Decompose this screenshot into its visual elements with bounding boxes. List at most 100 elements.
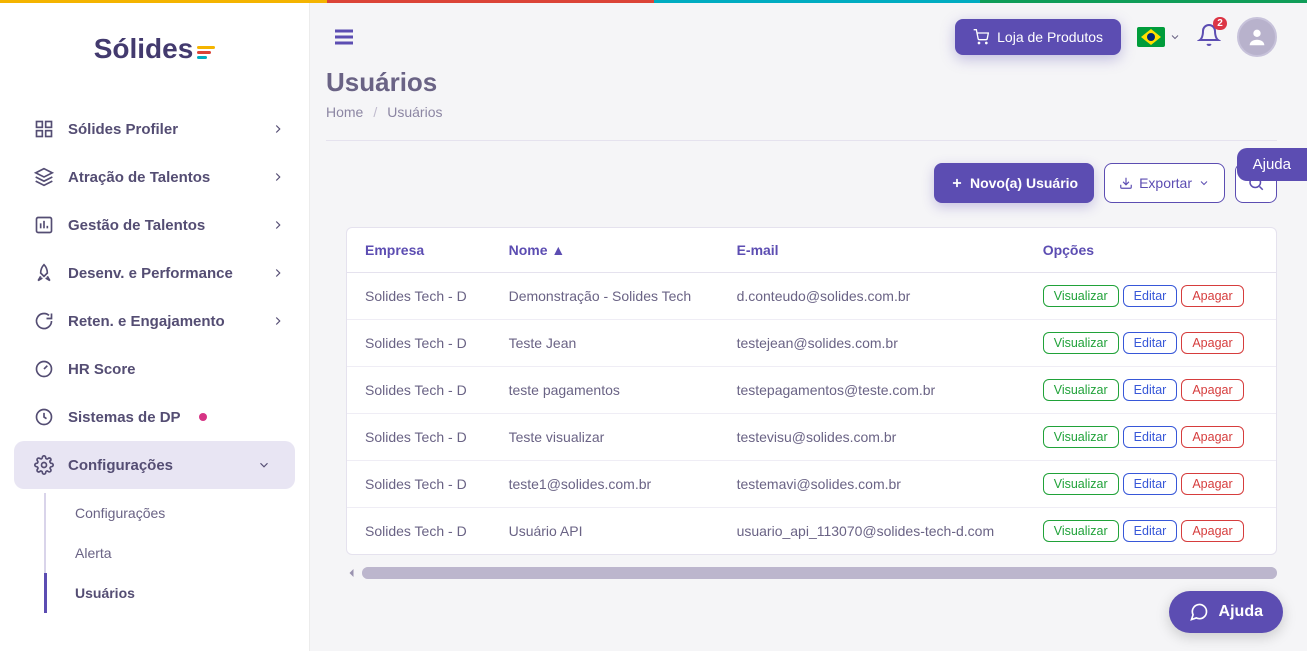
sidebar-label: Configurações (68, 457, 173, 474)
chevron-right-icon (271, 122, 285, 136)
col-options: Opções (1025, 228, 1276, 273)
view-button[interactable]: Visualizar (1043, 426, 1119, 448)
view-button[interactable]: Visualizar (1043, 473, 1119, 495)
sidebar-item-desenv[interactable]: Desenv. e Performance (0, 249, 309, 297)
delete-button[interactable]: Apagar (1181, 379, 1243, 401)
action-row: Novo(a) Usuário Exportar (326, 163, 1277, 203)
status-dot (199, 413, 207, 421)
cell-company: Solides Tech - D (347, 320, 491, 367)
sidebar-label: Desenv. e Performance (68, 265, 233, 282)
shop-button-label: Loja de Produtos (997, 29, 1103, 45)
edit-button[interactable]: Editar (1123, 520, 1178, 542)
cell-name: Teste Jean (491, 320, 719, 367)
table-row: Solides Tech - DTeste visualizartestevis… (347, 414, 1276, 461)
cell-name: Teste visualizar (491, 414, 719, 461)
delete-button[interactable]: Apagar (1181, 520, 1243, 542)
scrollbar-thumb[interactable] (362, 567, 1277, 579)
cell-company: Solides Tech - D (347, 414, 491, 461)
edit-button[interactable]: Editar (1123, 426, 1178, 448)
sidebar: Sólides Sólides Profiler Atração de Tale… (0, 3, 310, 651)
delete-button[interactable]: Apagar (1181, 285, 1243, 307)
breadcrumb-home[interactable]: Home (326, 104, 363, 120)
rocket-icon (34, 263, 54, 283)
edit-button[interactable]: Editar (1123, 473, 1178, 495)
cell-company: Solides Tech - D (347, 461, 491, 508)
cell-options: VisualizarEditarApagar (1025, 508, 1276, 555)
horizontal-scrollbar[interactable] (346, 567, 1277, 579)
sidebar-item-sistemasdp[interactable]: Sistemas de DP (0, 393, 309, 441)
col-email[interactable]: E-mail (719, 228, 1025, 273)
menu-toggle-icon[interactable] (330, 25, 358, 49)
top-header: Loja de Produtos 2 (310, 3, 1307, 67)
chevron-right-icon (271, 170, 285, 184)
cell-options: VisualizarEditarApagar (1025, 414, 1276, 461)
col-name[interactable]: Nome ▲ (491, 228, 719, 273)
cell-email: usuario_api_113070@solides-tech-d.com (719, 508, 1025, 555)
shop-button[interactable]: Loja de Produtos (955, 19, 1121, 55)
submenu-item-usuarios[interactable]: Usuários (44, 573, 309, 613)
avatar-icon (1246, 26, 1268, 48)
delete-button[interactable]: Apagar (1181, 332, 1243, 354)
page-title: Usuários (326, 67, 1277, 98)
table-row: Solides Tech - Dteste pagamentostestepag… (347, 367, 1276, 414)
submenu-item-config[interactable]: Configurações (44, 493, 309, 533)
sidebar-label: Reten. e Engajamento (68, 313, 225, 330)
cell-email: d.conteudo@solides.com.br (719, 273, 1025, 320)
help-side-tab[interactable]: Ajuda (1237, 148, 1307, 181)
sidebar-item-profiler[interactable]: Sólides Profiler (0, 105, 309, 153)
sidebar-item-atracao[interactable]: Atração de Talentos (0, 153, 309, 201)
flag-br-icon (1137, 27, 1165, 47)
sidebar-label: Sólides Profiler (68, 121, 178, 138)
chevron-down-icon (1169, 31, 1181, 43)
view-button[interactable]: Visualizar (1043, 285, 1119, 307)
export-button[interactable]: Exportar (1104, 163, 1225, 203)
cell-company: Solides Tech - D (347, 367, 491, 414)
sidebar-item-retencao[interactable]: Reten. e Engajamento (0, 297, 309, 345)
grid-icon (34, 119, 54, 139)
cell-options: VisualizarEditarApagar (1025, 320, 1276, 367)
language-selector[interactable] (1137, 27, 1181, 47)
sidebar-item-config[interactable]: Configurações (14, 441, 295, 489)
view-button[interactable]: Visualizar (1043, 520, 1119, 542)
help-bubble-label: Ajuda (1219, 603, 1263, 621)
delete-button[interactable]: Apagar (1181, 426, 1243, 448)
sidebar-item-gestao[interactable]: Gestão de Talentos (0, 201, 309, 249)
layers-icon (34, 167, 54, 187)
chevron-right-icon (271, 218, 285, 232)
refresh-icon (34, 311, 54, 331)
breadcrumb: Home / Usuários (326, 104, 1277, 120)
cell-name: Demonstração - Solides Tech (491, 273, 719, 320)
help-chat-bubble[interactable]: Ajuda (1169, 591, 1283, 633)
sidebar-label: Atração de Talentos (68, 169, 210, 186)
logo[interactable]: Sólides (0, 3, 309, 105)
new-user-label: Novo(a) Usuário (970, 175, 1078, 191)
cell-options: VisualizarEditarApagar (1025, 273, 1276, 320)
col-company[interactable]: Empresa (347, 228, 491, 273)
scroll-left-icon (346, 567, 358, 579)
table-row: Solides Tech - DDemonstração - Solides T… (347, 273, 1276, 320)
chevron-right-icon (271, 266, 285, 280)
scrollbar-track[interactable] (362, 567, 1277, 579)
cell-email: testevisu@solides.com.br (719, 414, 1025, 461)
avatar[interactable] (1237, 17, 1277, 57)
edit-button[interactable]: Editar (1123, 379, 1178, 401)
view-button[interactable]: Visualizar (1043, 379, 1119, 401)
new-user-button[interactable]: Novo(a) Usuário (934, 163, 1094, 203)
notification-badge: 2 (1213, 17, 1227, 30)
cell-email: testemavi@solides.com.br (719, 461, 1025, 508)
delete-button[interactable]: Apagar (1181, 473, 1243, 495)
view-button[interactable]: Visualizar (1043, 332, 1119, 354)
edit-button[interactable]: Editar (1123, 285, 1178, 307)
logo-bars-decoration (197, 46, 215, 59)
notifications-button[interactable]: 2 (1197, 23, 1221, 52)
table-row: Solides Tech - DTeste Jeantestejean@soli… (347, 320, 1276, 367)
sidebar-label: Sistemas de DP (68, 409, 181, 426)
sidebar-submenu: Configurações Alerta Usuários (44, 493, 309, 613)
edit-button[interactable]: Editar (1123, 332, 1178, 354)
plus-icon (950, 176, 964, 190)
users-table: Empresa Nome ▲ E-mail Opções Solides Tec… (346, 227, 1277, 555)
table-row: Solides Tech - DUsuário APIusuario_api_1… (347, 508, 1276, 555)
sidebar-item-hrscore[interactable]: HR Score (0, 345, 309, 393)
submenu-item-alerta[interactable]: Alerta (44, 533, 309, 573)
cart-icon (973, 29, 989, 45)
